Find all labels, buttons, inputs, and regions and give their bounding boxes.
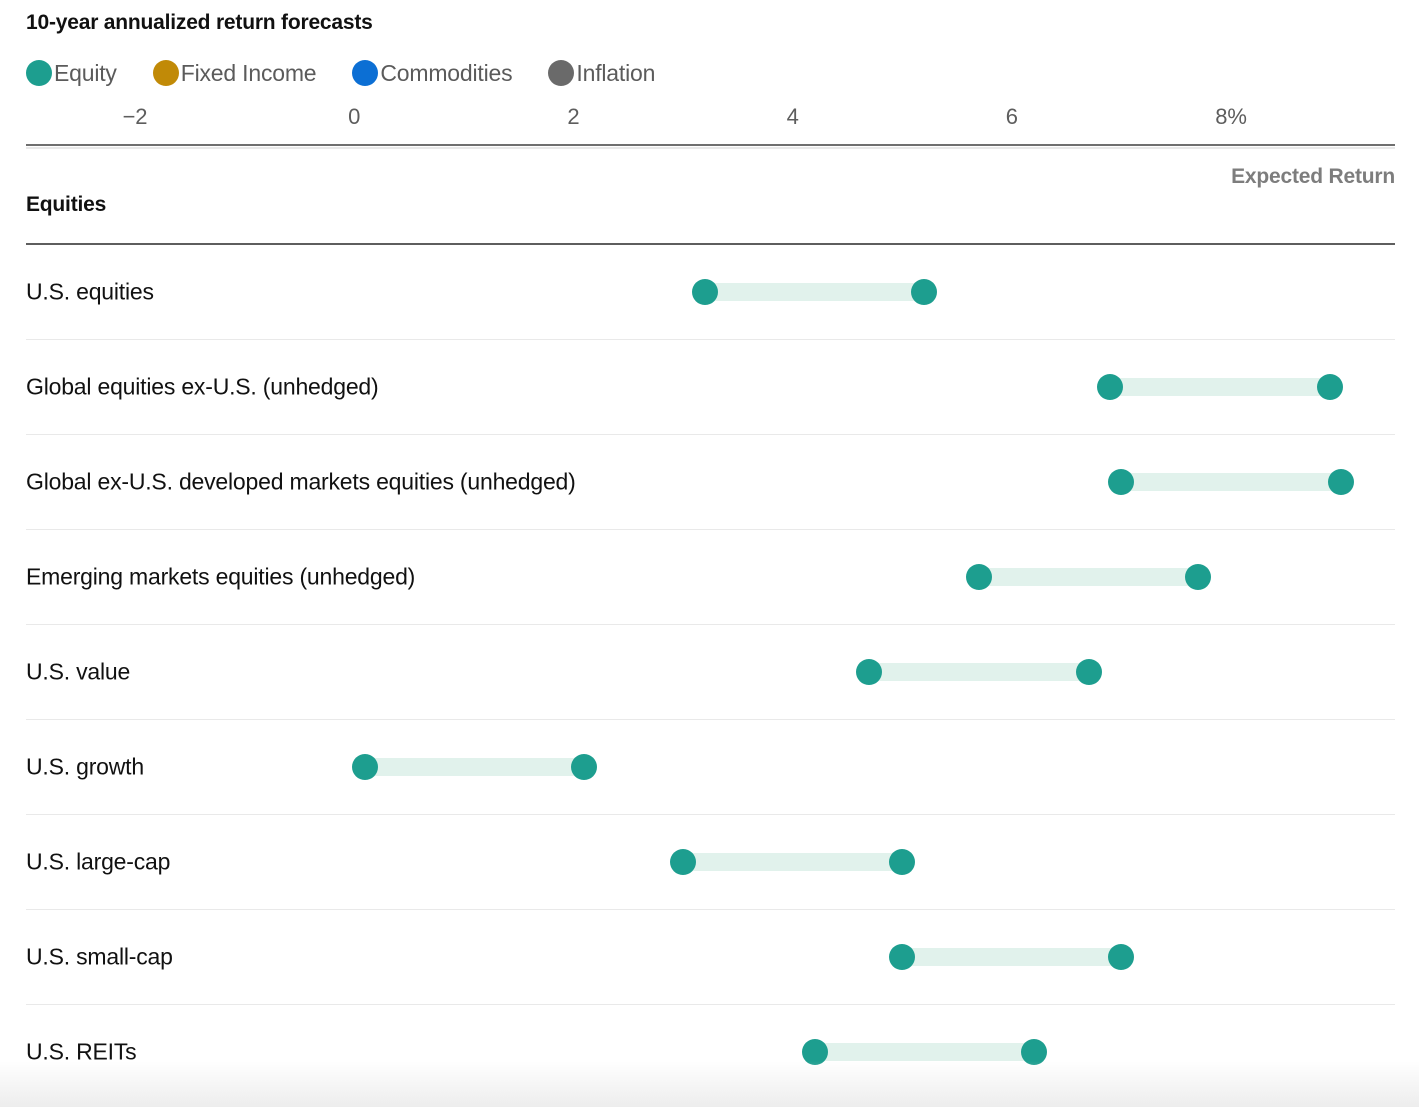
range-bar <box>815 1043 1034 1061</box>
range-high-dot[interactable] <box>1317 374 1343 400</box>
legend-item-fixed-income[interactable]: Fixed Income <box>153 60 317 87</box>
range-high-dot[interactable] <box>1076 659 1102 685</box>
range-bar <box>683 853 902 871</box>
row-plot <box>26 625 1395 719</box>
legend-item-commodities[interactable]: Commodities <box>352 60 512 87</box>
circle-icon <box>153 60 179 86</box>
range-low-dot[interactable] <box>1097 374 1123 400</box>
range-high-dot[interactable] <box>1021 1039 1047 1065</box>
range-high-dot[interactable] <box>889 849 915 875</box>
chart-row[interactable]: U.S. equities <box>26 245 1395 340</box>
range-bar <box>365 758 584 776</box>
axis-rule-primary <box>26 144 1395 146</box>
range-low-dot[interactable] <box>889 944 915 970</box>
chart-row[interactable]: U.S. value <box>26 625 1395 720</box>
range-low-dot[interactable] <box>966 564 992 590</box>
axis-tick-label: 6 <box>1006 104 1018 130</box>
page-title: 10-year annualized return forecasts <box>26 0 1395 36</box>
row-plot <box>26 720 1395 814</box>
range-low-dot[interactable] <box>856 659 882 685</box>
circle-icon <box>548 60 574 86</box>
range-low-dot[interactable] <box>802 1039 828 1065</box>
range-low-dot[interactable] <box>1108 469 1134 495</box>
range-low-dot[interactable] <box>692 279 718 305</box>
x-axis: −2 0 2 4 6 8% <box>26 104 1395 144</box>
row-plot <box>26 910 1395 1004</box>
legend-label: Commodities <box>380 60 512 87</box>
expected-return-column-label: Expected Return <box>1231 165 1395 189</box>
chart-row[interactable]: U.S. large-cap <box>26 815 1395 910</box>
chart-row[interactable]: U.S. growth <box>26 720 1395 815</box>
section-header: Expected Return Equities <box>26 149 1395 245</box>
range-low-dot[interactable] <box>670 849 696 875</box>
chart-row[interactable]: Global equities ex-U.S. (unhedged) <box>26 340 1395 435</box>
chart-row[interactable]: U.S. small-cap <box>26 910 1395 1005</box>
chart-row[interactable]: Global ex-U.S. developed markets equitie… <box>26 435 1395 530</box>
legend-label: Inflation <box>576 60 655 87</box>
range-high-dot[interactable] <box>1185 564 1211 590</box>
range-bar <box>705 283 924 301</box>
row-plot <box>26 340 1395 434</box>
row-plot <box>26 1005 1395 1099</box>
range-bar <box>1110 378 1329 396</box>
range-bar <box>902 948 1121 966</box>
chart-rows: U.S. equitiesGlobal equities ex-U.S. (un… <box>26 245 1395 1099</box>
axis-tick-label: 8% <box>1215 104 1246 130</box>
range-high-dot[interactable] <box>571 754 597 780</box>
range-high-dot[interactable] <box>1108 944 1134 970</box>
circle-icon <box>352 60 378 86</box>
legend-item-equity[interactable]: Equity <box>26 60 117 87</box>
row-plot <box>26 245 1395 339</box>
range-bar <box>979 568 1198 586</box>
axis-tick-label: −2 <box>123 104 148 130</box>
range-low-dot[interactable] <box>352 754 378 780</box>
row-plot <box>26 815 1395 909</box>
range-bar <box>869 663 1088 681</box>
legend: Equity Fixed Income Commodities Inflation <box>26 56 1395 90</box>
row-plot <box>26 530 1395 624</box>
axis-tick-label: 0 <box>348 104 360 130</box>
circle-icon <box>26 60 52 86</box>
legend-label: Fixed Income <box>181 60 317 87</box>
range-high-dot[interactable] <box>1328 469 1354 495</box>
legend-item-inflation[interactable]: Inflation <box>548 60 655 87</box>
chart-row[interactable]: U.S. REITs <box>26 1005 1395 1099</box>
chart-page: 10-year annualized return forecasts Equi… <box>0 0 1419 1107</box>
range-high-dot[interactable] <box>911 279 937 305</box>
range-bar <box>1121 473 1340 491</box>
row-plot <box>26 435 1395 529</box>
axis-tick-label: 2 <box>567 104 579 130</box>
section-title-equities: Equities <box>26 193 106 217</box>
chart-row[interactable]: Emerging markets equities (unhedged) <box>26 530 1395 625</box>
legend-label: Equity <box>54 60 117 87</box>
axis-tick-label: 4 <box>787 104 799 130</box>
